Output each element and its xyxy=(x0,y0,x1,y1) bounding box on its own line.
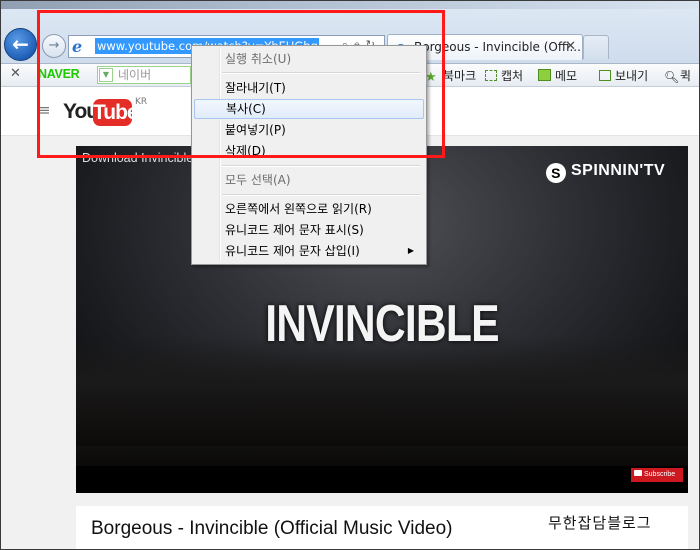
blog-watermark: 무한잡담블로그 xyxy=(548,514,652,532)
menu-item-insert-unicode[interactable]: 유니코드 제어 문자 삽입(I) ▶ xyxy=(194,241,424,261)
spinnin-logo-icon: S xyxy=(546,163,566,183)
subscribe-button[interactable]: Subscribe xyxy=(631,468,683,482)
video-info: Borgeous - Invincible (Official Music Vi… xyxy=(76,506,688,549)
send-label: 보내기 xyxy=(615,69,649,83)
tab-close-icon[interactable]: ✕ xyxy=(565,39,576,54)
submenu-arrow-icon: ▶ xyxy=(407,246,414,255)
menu-item-show-unicode[interactable]: 유니코드 제어 문자 표시(S) xyxy=(194,220,424,240)
magnifier-icon: 🔍︎ xyxy=(664,70,680,84)
window-top-strip xyxy=(1,1,699,9)
menu-item-insert-unicode-label: 유니코드 제어 문자 삽입(I) xyxy=(225,244,360,258)
toolbar-capture[interactable]: 캡처 xyxy=(485,67,523,84)
screenshot-frame: ← → e www.youtube.com/watch?v=YbEUGhqNTk… xyxy=(0,0,700,550)
back-button[interactable]: ← xyxy=(4,28,37,61)
channel-brand-text: SPINNIN'TV xyxy=(571,162,666,179)
capture-label: 캡처 xyxy=(501,69,524,83)
menu-separator xyxy=(222,194,420,196)
toolbar-send[interactable]: 보내기 xyxy=(599,67,648,84)
subscribe-label: Subscribe xyxy=(644,471,676,478)
menu-item-rtl-reading[interactable]: 오른쪽에서 왼쪽으로 읽기(R) xyxy=(194,199,424,219)
menu-item-select-all[interactable]: 모두 선택(A) xyxy=(194,170,424,190)
arrow-left-icon: ← xyxy=(12,32,29,56)
menu-separator xyxy=(222,165,420,167)
toolbar-memo[interactable]: 메모 xyxy=(538,67,577,84)
channel-brand: S SPINNIN'TV xyxy=(546,162,665,183)
youtube-play-icon xyxy=(634,470,642,476)
new-tab-button[interactable] xyxy=(583,35,609,59)
memo-icon xyxy=(538,69,551,81)
capture-icon xyxy=(485,70,497,81)
video-heading: Borgeous - Invincible (Official Music Vi… xyxy=(91,518,453,539)
toolbar-close-icon[interactable]: ✕ xyxy=(10,66,21,81)
quick-label: 퀵 xyxy=(680,69,692,83)
video-title-art: INVINCIBLE xyxy=(265,295,499,353)
memo-label: 메모 xyxy=(555,69,578,83)
bookmark-label: 북마크 xyxy=(443,69,477,83)
toolbar-quick[interactable]: 🔍︎퀵 xyxy=(664,67,691,84)
annotation-highlight-box xyxy=(37,10,445,158)
share-icon xyxy=(599,70,611,81)
